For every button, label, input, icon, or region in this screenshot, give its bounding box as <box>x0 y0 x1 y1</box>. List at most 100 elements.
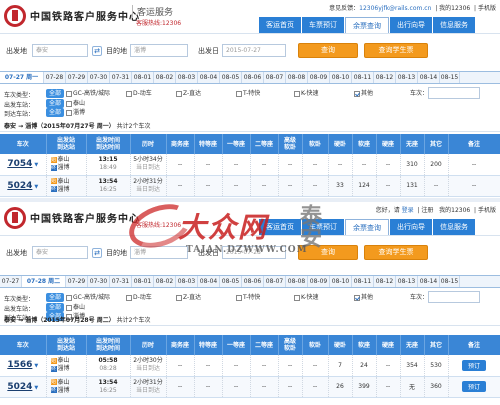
type-z-checkbox[interactable]: Z-直达 <box>176 293 201 302</box>
swap-icon[interactable]: ⇄ <box>92 46 102 56</box>
date-tab[interactable]: 08-04 <box>198 276 220 287</box>
from-station-checkbox[interactable]: 泰山 <box>66 303 85 312</box>
date-tab[interactable]: 08-04 <box>198 72 220 83</box>
date-tab[interactable]: 08-08 <box>286 72 308 83</box>
register-link[interactable]: 注册 <box>421 207 433 214</box>
col-times[interactable]: 出发时间 到达时间 <box>86 134 131 154</box>
type-other-checkbox[interactable]: 其他 <box>354 89 373 98</box>
to-input[interactable]: 淄博 <box>130 44 188 57</box>
date-tab[interactable]: 07-28 <box>44 72 66 83</box>
feedback-email-link[interactable]: 12306yjfk@rails.com.cn <box>359 5 431 12</box>
date-tab[interactable]: 07-28 周二 <box>22 276 66 287</box>
date-tab[interactable]: 08-01 <box>132 72 154 83</box>
date-tab[interactable]: 08-03 <box>176 276 198 287</box>
date-tab[interactable]: 08-02 <box>154 276 176 287</box>
date-tab[interactable]: 08-15 <box>440 276 460 287</box>
date-tab[interactable]: 07-29 <box>66 72 88 83</box>
col-train-no[interactable]: 车次 <box>0 134 47 154</box>
train-no-input[interactable] <box>428 87 480 99</box>
expand-icon[interactable]: ▼ <box>34 184 38 190</box>
nav-travel-guide[interactable]: 出行向导 <box>390 17 432 33</box>
from-input[interactable]: 泰安 <box>32 44 88 57</box>
date-tab[interactable]: 08-09 <box>308 276 330 287</box>
date-tab[interactable]: 07-31 <box>110 276 132 287</box>
expand-icon[interactable]: ▼ <box>34 162 38 168</box>
login-link[interactable]: 登录 <box>402 207 414 214</box>
book-button[interactable]: 预订 <box>461 381 486 392</box>
nav-ticket-query[interactable]: 余票查询 <box>345 17 389 33</box>
from-station-checkbox[interactable]: 泰山 <box>66 99 85 108</box>
date-tab[interactable]: 08-10 <box>330 72 352 83</box>
student-query-button[interactable]: 查询学生票 <box>364 245 428 260</box>
date-tab[interactable]: 08-06 <box>242 72 264 83</box>
date-tab[interactable]: 08-11 <box>352 72 374 83</box>
student-query-button[interactable]: 查询学生票 <box>364 43 428 58</box>
col-times[interactable]: 出发时间 到达时间 <box>86 335 131 355</box>
type-gc-checkbox[interactable]: GC-高铁/城际 <box>66 89 110 98</box>
date-tab[interactable]: 07-27 <box>0 276 22 287</box>
date-tab[interactable]: 07-29 <box>66 276 88 287</box>
col-train-no[interactable]: 车次 <box>0 335 47 355</box>
mobile-link[interactable]: 手机版 <box>478 5 496 12</box>
expand-icon[interactable]: ▼ <box>34 363 38 369</box>
date-tab[interactable]: 07-31 <box>110 72 132 83</box>
from-input[interactable]: 泰安 <box>32 246 88 259</box>
col-duration[interactable]: 历时 <box>130 134 167 154</box>
date-tab[interactable]: 08-01 <box>132 276 154 287</box>
col-stations[interactable]: 出发站 到达站 <box>46 134 87 154</box>
nav-travel-guide[interactable]: 出行向导 <box>390 219 432 235</box>
date-tab[interactable]: 07-30 <box>88 276 110 287</box>
type-other-checkbox[interactable]: 其他 <box>354 293 373 302</box>
mine-link[interactable]: 我的12306 <box>439 5 470 12</box>
from-station-all-button[interactable]: 全部 <box>46 99 65 108</box>
date-tab[interactable]: 07-27 周一 <box>0 72 44 83</box>
mobile-link[interactable]: 手机版 <box>478 207 496 214</box>
train-no-link[interactable]: 7054 <box>7 159 32 169</box>
date-tab[interactable]: 08-05 <box>220 276 242 287</box>
swap-icon[interactable]: ⇄ <box>92 248 102 258</box>
col-stations[interactable]: 出发站 到达站 <box>46 335 87 355</box>
expand-icon[interactable]: ▼ <box>34 385 38 391</box>
date-tab[interactable]: 08-11 <box>352 276 374 287</box>
date-tab[interactable]: 07-30 <box>88 72 110 83</box>
date-tab[interactable]: 08-15 <box>440 72 460 83</box>
query-button[interactable]: 查询 <box>298 43 358 58</box>
date-tab[interactable]: 08-14 <box>418 72 440 83</box>
date-input[interactable]: 2015-07-27 <box>222 44 286 57</box>
from-station-all-button[interactable]: 全部 <box>46 303 65 312</box>
nav-booking[interactable]: 车票预订 <box>302 17 344 33</box>
all-types-button[interactable]: 全部 <box>46 293 65 302</box>
train-no-link[interactable]: 5024 <box>7 181 32 191</box>
date-tab[interactable]: 08-12 <box>374 72 396 83</box>
nav-home[interactable]: 客运首页 <box>259 17 301 33</box>
book-button[interactable]: 预订 <box>461 359 486 371</box>
train-no-input[interactable] <box>428 291 480 303</box>
type-k-checkbox[interactable]: K-快速 <box>294 89 318 98</box>
date-tab[interactable]: 08-08 <box>286 276 308 287</box>
train-no-link[interactable]: 5024 <box>7 382 32 392</box>
train-no-link[interactable]: 1566 <box>7 360 32 370</box>
date-tab[interactable]: 08-03 <box>176 72 198 83</box>
to-station-all-button[interactable]: 全部 <box>46 108 65 117</box>
date-tab[interactable]: 08-13 <box>396 72 418 83</box>
mine-link[interactable]: 我的12306 <box>439 207 470 214</box>
date-tab[interactable]: 08-12 <box>374 276 396 287</box>
to-input[interactable]: 淄博 <box>130 246 188 259</box>
nav-info-service[interactable]: 信息服务 <box>433 17 475 33</box>
date-tab[interactable]: 08-06 <box>242 276 264 287</box>
all-types-button[interactable]: 全部 <box>46 89 65 98</box>
date-tab[interactable]: 08-13 <box>396 276 418 287</box>
to-station-checkbox[interactable]: 淄博 <box>66 108 85 117</box>
type-gc-checkbox[interactable]: GC-高铁/城际 <box>66 293 110 302</box>
type-t-checkbox[interactable]: T-特快 <box>236 89 260 98</box>
date-tab[interactable]: 08-10 <box>330 276 352 287</box>
date-tab[interactable]: 08-05 <box>220 72 242 83</box>
date-tab[interactable]: 08-07 <box>264 276 286 287</box>
date-tab[interactable]: 08-09 <box>308 72 330 83</box>
nav-info-service[interactable]: 信息服务 <box>433 219 475 235</box>
nav-ticket-query[interactable]: 余票查询 <box>345 219 389 235</box>
date-tab[interactable]: 08-14 <box>418 276 440 287</box>
date-tab[interactable]: 08-07 <box>264 72 286 83</box>
type-z-checkbox[interactable]: Z-直达 <box>176 89 201 98</box>
col-duration[interactable]: 历时 <box>130 335 167 355</box>
